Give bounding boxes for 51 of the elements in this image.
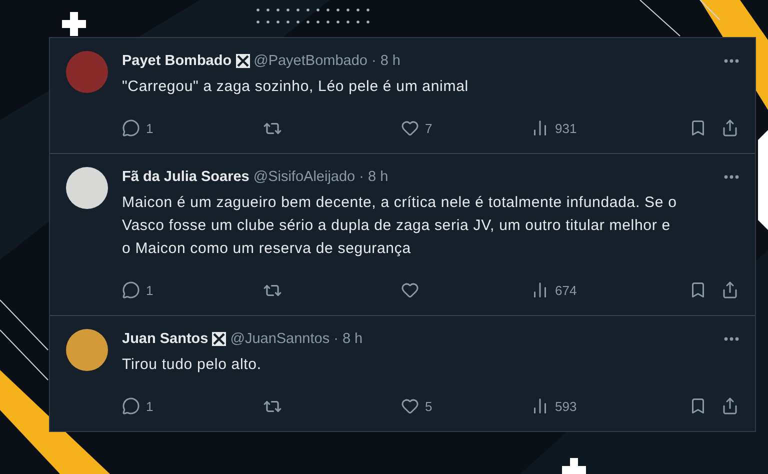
more-icon [724,337,739,341]
user-name[interactable]: Fã da Julia Soares [122,169,250,185]
reply-button[interactable]: 1 [122,119,263,137]
user-name[interactable]: Juan Santos [122,331,208,347]
timestamp: · 8 h [371,53,400,69]
more-icon [724,175,739,179]
tweet-text: Maicon é um zagueiro bem decente, a crítica nele é totalmente infundada. Se o Vasco fosse um clube sério a dupla de zaga seria JV, um outro titular melhor e o Maicon como um reserva de segurança [122,193,678,259]
avatar[interactable] [66,167,108,209]
speech-bubble-icon [122,119,140,137]
share-icon [721,119,739,137]
tweet-text: "Carregou" a zaga sozinho, Léo pele é um animal [122,77,470,97]
more-button[interactable] [724,175,739,179]
plus-shape [562,458,586,474]
user-name[interactable]: Payet Bombado [122,53,232,69]
bookmark-icon [689,119,707,137]
timestamp: · 8 h [359,169,388,185]
tweet-text: Tirou tudo pelo alto. [122,355,262,375]
user-handle[interactable]: @JuanSanntos [230,331,330,347]
bookmark-icon [689,281,707,299]
share-button[interactable] [721,281,739,299]
bar-chart-icon [531,397,549,415]
more-icon [724,59,739,63]
share-button[interactable] [721,119,739,137]
heart-icon [401,281,419,299]
more-button[interactable] [724,337,739,341]
bookmark-icon [689,397,707,415]
more-button[interactable] [724,59,739,63]
share-button[interactable] [721,397,739,415]
bookmark-button[interactable] [689,281,707,299]
like-button[interactable]: 7 [401,119,531,137]
views-button[interactable]: 674 [531,281,631,299]
like-button[interactable]: 5 [401,397,531,415]
reply-button[interactable]: 1 [122,281,263,299]
user-handle[interactable]: @PayetBombado [254,53,368,69]
avatar[interactable] [66,329,108,371]
speech-bubble-icon [122,397,140,415]
views-button[interactable]: 593 [531,397,631,415]
bar-chart-icon [531,119,549,137]
share-icon [721,281,739,299]
timestamp: · 8 h [334,331,363,347]
bar-chart-icon [531,281,549,299]
bookmark-button[interactable] [689,397,707,415]
views-button[interactable]: 931 [531,119,631,137]
plus-shape [62,12,86,36]
heart-icon [401,119,419,137]
reply-button[interactable]: 1 [122,397,263,415]
share-icon [721,397,739,415]
heart-icon [401,397,419,415]
bookmark-button[interactable] [689,119,707,137]
speech-bubble-icon [122,281,140,299]
user-handle[interactable]: @SisifoAleijado [253,169,356,185]
